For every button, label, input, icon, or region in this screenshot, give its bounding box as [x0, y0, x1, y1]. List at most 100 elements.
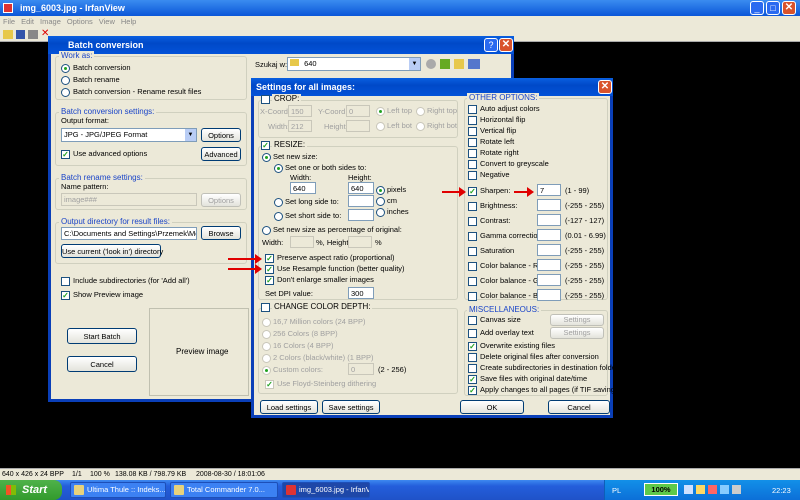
resize-height-input[interactable]: 640 — [348, 182, 374, 194]
custom-colors-input[interactable]: 0 — [348, 363, 374, 375]
gamma-checkbox[interactable] — [468, 232, 477, 241]
apply-all-pages-checkbox[interactable]: ✓ — [468, 386, 477, 395]
menu-options[interactable]: Options — [67, 17, 93, 26]
radio-short-side[interactable] — [274, 212, 283, 221]
long-side-input[interactable] — [348, 195, 374, 207]
create-subdirs-checkbox[interactable] — [468, 364, 477, 373]
rotate-right-checkbox[interactable] — [468, 149, 477, 158]
menu-view[interactable]: View — [99, 17, 115, 26]
contrast-checkbox[interactable] — [468, 217, 477, 226]
taskbar-item-irfanview[interactable]: img_6003.jpg - IrfanV... — [282, 482, 370, 498]
chevron-down-icon[interactable]: ▼ — [409, 58, 420, 70]
look-in-select[interactable]: 640 ▼ — [287, 57, 421, 71]
sharpen-input[interactable]: 7 — [537, 184, 561, 196]
print-icon[interactable] — [28, 30, 38, 39]
rename-options-button[interactable]: Options — [201, 193, 241, 207]
back-icon[interactable] — [426, 59, 436, 69]
brightness-checkbox[interactable] — [468, 202, 477, 211]
radio-percentage[interactable] — [262, 226, 271, 235]
radio-one-or-both[interactable] — [274, 164, 283, 173]
output-format-select[interactable]: JPG - JPG/JPEG Format ▼ — [61, 128, 197, 142]
view-menu-icon[interactable] — [468, 59, 480, 69]
greyscale-checkbox[interactable] — [468, 160, 477, 169]
menu-file[interactable]: File — [3, 17, 15, 26]
menu-edit[interactable]: Edit — [21, 17, 34, 26]
overlay-text-checkbox[interactable] — [468, 329, 477, 338]
short-side-input[interactable] — [348, 209, 374, 221]
balance-g-input[interactable] — [537, 274, 561, 286]
browse-button[interactable]: Browse — [201, 226, 241, 240]
crop-height-input[interactable] — [346, 120, 370, 132]
app-tray-icon[interactable] — [732, 485, 741, 494]
overlay-settings-button[interactable]: Settings — [550, 327, 604, 339]
output-dir-input[interactable]: C:\Documents and Settings\Przemek\Moje — [61, 227, 197, 240]
crop-checkbox[interactable] — [261, 95, 270, 104]
delete-originals-checkbox[interactable] — [468, 353, 477, 362]
network-icon[interactable] — [684, 485, 693, 494]
use-advanced-checkbox[interactable]: ✓ — [61, 150, 70, 159]
balance-g-checkbox[interactable] — [468, 277, 477, 286]
radio-set-new-size[interactable] — [262, 153, 271, 162]
vflip-checkbox[interactable] — [468, 127, 477, 136]
preserve-aspect-checkbox[interactable]: ✓ — [265, 254, 274, 263]
include-subdirs-checkbox[interactable] — [61, 277, 70, 286]
radio-24bpp[interactable] — [262, 318, 271, 327]
resize-width-input[interactable]: 640 — [290, 182, 316, 194]
name-pattern-input[interactable]: image### — [61, 193, 197, 206]
saturation-checkbox[interactable] — [468, 247, 477, 256]
saturation-input[interactable] — [537, 244, 561, 256]
resize-checkbox[interactable]: ✓ — [261, 141, 270, 150]
settings-cancel-button[interactable]: Cancel — [548, 400, 610, 414]
save-settings-button[interactable]: Save settings — [322, 400, 380, 414]
canvas-size-checkbox[interactable] — [468, 316, 477, 325]
brightness-input[interactable] — [537, 199, 561, 211]
radio-long-side[interactable] — [274, 198, 283, 207]
floyd-checkbox[interactable]: ✓ — [265, 380, 274, 389]
language-indicator[interactable]: PL — [612, 486, 621, 495]
security-icon[interactable] — [708, 485, 717, 494]
batch-cancel-button[interactable]: Cancel — [67, 356, 137, 372]
xcoord-input[interactable]: 150 — [288, 105, 312, 117]
radio-left-top[interactable] — [376, 107, 385, 116]
up-folder-icon[interactable] — [440, 59, 450, 69]
balance-r-input[interactable] — [537, 259, 561, 271]
pct-width-input[interactable] — [290, 236, 314, 248]
maximize-button[interactable]: □ — [766, 1, 780, 15]
radio-right-bot[interactable] — [416, 122, 425, 131]
start-button[interactable]: Start — [0, 480, 62, 500]
radio-4bpp[interactable] — [262, 342, 271, 351]
volume-icon[interactable] — [696, 485, 705, 494]
contrast-input[interactable] — [537, 214, 561, 226]
radio-custom-colors[interactable] — [262, 366, 271, 375]
minimize-button[interactable]: _ — [750, 1, 764, 15]
radio-batch-conv-rename[interactable] — [61, 88, 70, 97]
dpi-input[interactable]: 300 — [348, 287, 374, 299]
rotate-left-checkbox[interactable] — [468, 138, 477, 147]
open-icon[interactable] — [3, 30, 13, 39]
resample-checkbox[interactable]: ✓ — [265, 265, 274, 274]
radio-pixels[interactable] — [376, 186, 385, 195]
app-tray-icon[interactable] — [720, 485, 729, 494]
radio-batch-conversion[interactable] — [61, 64, 70, 73]
radio-inches[interactable] — [376, 208, 385, 217]
new-folder-icon[interactable] — [454, 59, 464, 69]
ok-button[interactable]: OK — [460, 400, 524, 414]
dont-enlarge-checkbox[interactable]: ✓ — [265, 276, 274, 285]
load-settings-button[interactable]: Load settings — [260, 400, 318, 414]
overwrite-checkbox[interactable]: ✓ — [468, 342, 477, 351]
chevron-down-icon[interactable]: ▼ — [185, 129, 196, 141]
original-date-checkbox[interactable]: ✓ — [468, 375, 477, 384]
format-options-button[interactable]: Options — [201, 128, 241, 142]
main-close-button[interactable]: ✕ — [782, 1, 796, 15]
save-icon[interactable] — [16, 30, 25, 39]
menu-image[interactable]: Image — [40, 17, 61, 26]
batch-close-button[interactable]: ✕ — [499, 38, 513, 52]
radio-right-top[interactable] — [416, 107, 425, 116]
canvas-settings-button[interactable]: Settings — [550, 314, 604, 326]
show-preview-checkbox[interactable]: ✓ — [61, 291, 70, 300]
crop-width-input[interactable]: 212 — [288, 120, 312, 132]
radio-batch-rename[interactable] — [61, 76, 70, 85]
start-batch-button[interactable]: Start Batch — [67, 328, 137, 344]
color-depth-checkbox[interactable] — [261, 303, 270, 312]
advanced-button[interactable]: Advanced — [201, 147, 241, 161]
